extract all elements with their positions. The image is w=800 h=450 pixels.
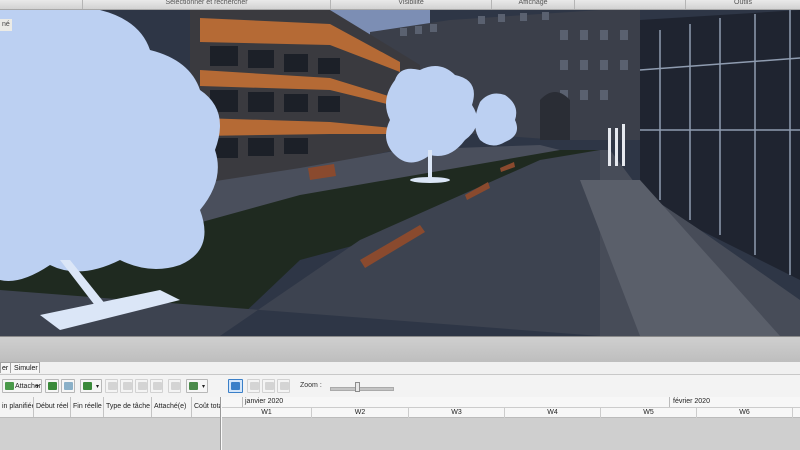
scene-render[interactable]	[0, 10, 800, 336]
clear-icon	[64, 382, 73, 390]
move-up-button[interactable]	[135, 379, 148, 393]
week-label: W2	[312, 408, 409, 418]
outdent-button[interactable]	[120, 379, 133, 393]
gantt-view-toggle[interactable]	[228, 379, 243, 393]
zoom-label: Zoom :	[300, 382, 322, 389]
week-label: W6	[697, 408, 793, 418]
month-label-january: janvier 2020	[245, 398, 284, 405]
week-label: W4	[505, 408, 601, 418]
zoom-slider[interactable]	[330, 387, 394, 391]
column-header-actual-end[interactable]: Fin réelle	[71, 397, 104, 417]
ribbon-group-4	[575, 0, 686, 9]
view-compare-button[interactable]	[277, 379, 290, 393]
timeliner-toolbar: Attacher ▾ ▾ ▾ Zoom :	[0, 374, 800, 398]
outdent-icon	[123, 382, 132, 390]
tab-simulate[interactable]: Simuler	[10, 362, 40, 373]
ribbon-group-tools: Outils	[734, 0, 752, 6]
week-row: W1 W2 W3 W4 W5 W6	[222, 407, 800, 418]
columns-icon	[189, 382, 198, 390]
move-down-button[interactable]	[150, 379, 163, 393]
compare-icon	[280, 382, 289, 390]
view-planned-button[interactable]	[247, 379, 260, 393]
task-grid-header: in planifiée Début réel Fin réelle Type …	[0, 397, 222, 418]
planned-icon	[250, 382, 259, 390]
move-down-icon	[153, 382, 162, 390]
attach-icon	[5, 382, 14, 390]
gantt-icon	[231, 382, 240, 390]
ribbon-group-0	[0, 0, 83, 9]
month-label-february: février 2020	[673, 398, 710, 405]
ribbon-group-display: Affichage	[492, 0, 575, 9]
ribbon-group-select-search[interactable]: Sélectionner et rechercher	[83, 0, 331, 9]
columns-button[interactable]: ▾	[186, 379, 208, 393]
add-task-icon	[83, 382, 92, 390]
timeliner-panel: er Simuler Attacher ▾ ▾ ▾ Zoom : in plan…	[0, 362, 800, 450]
auto-attach-button[interactable]	[45, 379, 59, 393]
clear-attach-button[interactable]	[61, 379, 75, 393]
gantt-timescale-header: janvier 2020 février 2020 W1 W2 W3 W4 W5…	[222, 397, 800, 418]
chevron-down-icon: ▾	[35, 384, 39, 390]
view-actual-button[interactable]	[262, 379, 275, 393]
viewport-overlay-label: né	[0, 19, 12, 31]
week-label: W5	[601, 408, 697, 418]
indent-icon	[108, 382, 117, 390]
week-label: W1	[222, 408, 312, 418]
column-header-actual-start[interactable]: Début réel	[34, 397, 71, 417]
move-up-icon	[138, 382, 147, 390]
comment-icon	[171, 382, 180, 390]
add-task-button[interactable]: ▾	[80, 379, 102, 393]
auto-attach-icon	[48, 382, 57, 390]
task-grid-body[interactable]	[0, 418, 220, 450]
gantt-chart-area[interactable]	[222, 418, 800, 450]
actual-icon	[265, 382, 274, 390]
chevron-down-icon: ▾	[95, 384, 99, 390]
month-divider	[242, 397, 243, 407]
column-header-total-cost[interactable]: Coût tota	[192, 397, 222, 417]
column-header-planned-end[interactable]: in planifiée	[0, 397, 34, 417]
column-header-attached[interactable]: Attaché(e)	[152, 397, 192, 417]
ribbon-group-visibility: Visibilité	[331, 0, 492, 9]
zoom-slider-thumb[interactable]	[355, 382, 361, 392]
ribbon-group-labels: Sélectionner et rechercher Visibilité Af…	[0, 0, 800, 10]
column-header-task-type[interactable]: Type de tâche	[104, 397, 152, 417]
chevron-down-icon: ▾	[201, 384, 205, 390]
comment-button[interactable]	[168, 379, 181, 393]
week-label: W3	[409, 408, 505, 418]
3d-viewport[interactable]: né	[0, 10, 800, 336]
indent-button[interactable]	[105, 379, 118, 393]
attach-button[interactable]: Attacher ▾	[2, 379, 42, 393]
viewport-timeliner-splitter[interactable]	[0, 336, 800, 363]
month-divider	[669, 397, 670, 407]
